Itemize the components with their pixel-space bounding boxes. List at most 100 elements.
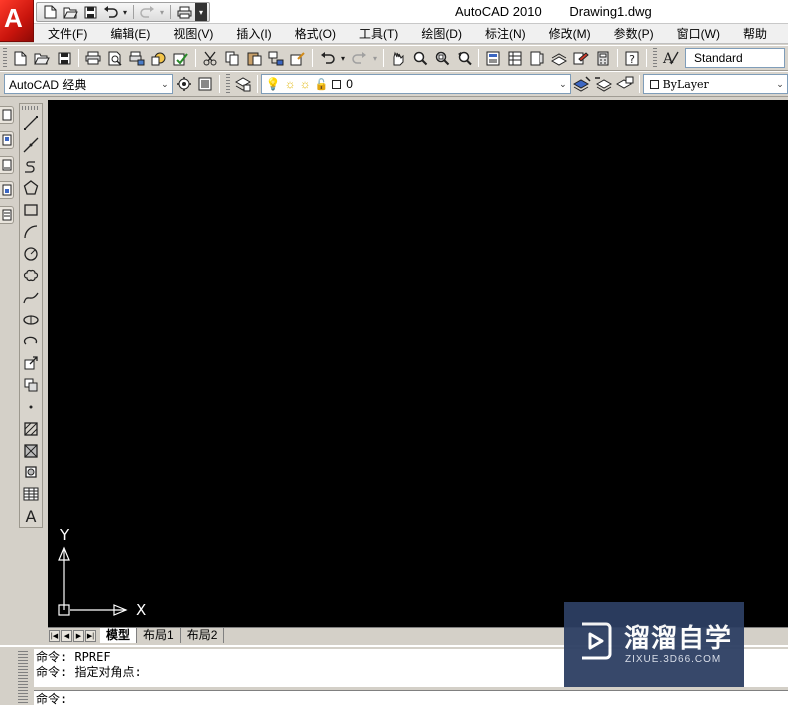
layer-previous-icon[interactable] (592, 74, 614, 94)
color-select[interactable]: ByLayer ⌄ (642, 74, 788, 94)
workspace-select[interactable]: AutoCAD 经典 ⌄ (4, 74, 173, 94)
quickcalc-icon[interactable] (592, 48, 614, 68)
publish-icon[interactable] (126, 48, 148, 68)
menu-edit[interactable]: 编辑(E) (96, 25, 159, 42)
layer-tab-icon[interactable] (0, 106, 14, 124)
menu-tools[interactable]: 工具(T) (345, 25, 407, 42)
polyline-icon[interactable] (21, 156, 41, 178)
color-swatch (649, 79, 659, 89)
polygon-icon[interactable] (21, 178, 41, 200)
redo-icon[interactable] (348, 48, 370, 68)
hatch-icon[interactable] (21, 418, 41, 440)
toolbar-grip[interactable] (22, 106, 40, 110)
menu-window[interactable]: 窗口(W) (663, 25, 729, 42)
make-current-layer-icon[interactable] (571, 74, 593, 94)
menu-file[interactable]: 文件(F) (34, 25, 96, 42)
table-icon[interactable] (21, 483, 41, 505)
zoom-realtime-icon[interactable] (409, 48, 431, 68)
first-tab-icon[interactable]: |◀ (49, 629, 60, 642)
menu-modify[interactable]: 修改(M) (535, 25, 600, 42)
toolbar-grip[interactable] (653, 48, 657, 68)
layer-states-icon[interactable] (614, 74, 636, 94)
circle-icon[interactable] (21, 243, 41, 265)
layer-tab-icon[interactable] (0, 206, 14, 224)
zoom-previous-icon[interactable] (453, 48, 475, 68)
plot-icon[interactable] (82, 48, 104, 68)
layer-tab-icon[interactable] (0, 131, 14, 149)
markup-set-icon[interactable] (570, 48, 592, 68)
menu-view[interactable]: 视图(V) (159, 25, 222, 42)
customize-dropdown-icon[interactable]: ▾ (195, 3, 207, 21)
plot-icon[interactable] (175, 4, 193, 20)
properties-icon[interactable] (482, 48, 504, 68)
text-style-select[interactable]: Standard (685, 48, 785, 68)
menu-format[interactable]: 格式(O) (281, 25, 345, 42)
undo-dropdown-icon[interactable]: ▾ (338, 48, 348, 68)
sheet-set-icon[interactable] (548, 48, 570, 68)
save-icon[interactable] (81, 4, 99, 20)
layer-select[interactable]: 💡 ☼ ☼ 🔓 0 ⌄ (260, 74, 571, 94)
command-window-grip[interactable] (18, 651, 28, 703)
construction-line-icon[interactable] (21, 134, 41, 156)
arc-icon[interactable] (21, 221, 41, 243)
block-editor-icon[interactable] (287, 48, 309, 68)
command-input[interactable]: 命令: (34, 690, 788, 705)
menu-dimension[interactable]: 标注(N) (471, 25, 535, 42)
next-tab-icon[interactable]: ▶ (73, 629, 84, 642)
tab-layout1[interactable]: 布局1 (137, 628, 181, 643)
workspace-save-icon[interactable] (195, 74, 217, 94)
undo-dropdown-icon[interactable]: ▾ (121, 4, 129, 20)
rectangle-icon[interactable] (21, 199, 41, 221)
application-menu-button[interactable]: A (0, 0, 34, 42)
tab-layout2[interactable]: 布局2 (181, 628, 225, 643)
tool-palettes-icon[interactable] (526, 48, 548, 68)
new-icon[interactable] (41, 4, 59, 20)
ellipse-icon[interactable] (21, 309, 41, 331)
layer-properties-icon[interactable] (232, 74, 254, 94)
point-icon[interactable] (21, 396, 41, 418)
etransmit-icon[interactable] (170, 48, 192, 68)
spline-icon[interactable] (21, 287, 41, 309)
prev-tab-icon[interactable]: ◀ (61, 629, 72, 642)
pan-icon[interactable] (387, 48, 409, 68)
menu-help[interactable]: 帮助 (729, 25, 776, 42)
multiline-text-icon[interactable]: A (21, 505, 41, 527)
tab-model[interactable]: 模型 (100, 628, 138, 643)
zoom-window-icon[interactable] (431, 48, 453, 68)
redo-dropdown-icon[interactable]: ▾ (158, 4, 166, 20)
plot-preview-icon[interactable] (104, 48, 126, 68)
save-icon[interactable] (53, 48, 75, 68)
toolbar-grip[interactable] (3, 48, 7, 68)
make-block-icon[interactable] (21, 374, 41, 396)
new-icon[interactable] (9, 48, 31, 68)
paste-icon[interactable] (243, 48, 265, 68)
insert-block-icon[interactable] (21, 352, 41, 374)
drawing-canvas[interactable]: Y X (48, 100, 788, 627)
last-tab-icon[interactable]: ▶| (85, 629, 96, 642)
cut-icon[interactable] (199, 48, 221, 68)
toolbar-grip[interactable] (226, 74, 231, 94)
help-icon[interactable]: ? (621, 48, 643, 68)
ellipse-arc-icon[interactable] (21, 330, 41, 352)
redo-icon[interactable] (138, 4, 156, 20)
region-icon[interactable] (21, 461, 41, 483)
copy-icon[interactable] (221, 48, 243, 68)
gradient-icon[interactable] (21, 440, 41, 462)
layer-tab-icon[interactable] (0, 181, 14, 199)
workspace-settings-icon[interactable] (173, 74, 195, 94)
revision-cloud-icon[interactable] (21, 265, 41, 287)
3d-dwf-icon[interactable] (148, 48, 170, 68)
design-center-icon[interactable] (504, 48, 526, 68)
text-style-icon[interactable]: A (659, 48, 681, 68)
menu-insert[interactable]: 插入(I) (222, 25, 280, 42)
open-icon[interactable] (31, 48, 53, 68)
redo-dropdown-icon[interactable]: ▾ (370, 48, 380, 68)
undo-icon[interactable] (101, 4, 119, 20)
open-icon[interactable] (61, 4, 79, 20)
undo-icon[interactable] (316, 48, 338, 68)
menu-draw[interactable]: 绘图(D) (407, 25, 471, 42)
match-properties-icon[interactable] (265, 48, 287, 68)
layer-tab-icon[interactable] (0, 156, 14, 174)
line-icon[interactable] (21, 112, 41, 134)
menu-parametric[interactable]: 参数(P) (600, 25, 663, 42)
